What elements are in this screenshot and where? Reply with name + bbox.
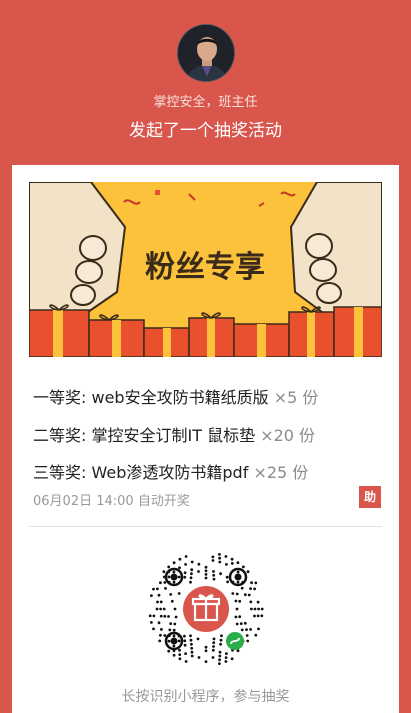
banner-title: 粉丝专享 <box>145 250 265 285</box>
divider <box>29 526 382 527</box>
prize-quantity: ×20 份 <box>260 426 316 445</box>
prize-first: 一等奖: web安全攻防书籍纸质版 ×5 份 <box>33 384 318 408</box>
prize-third: 三等奖: Web渗透攻防书籍pdf ×25 份 <box>33 459 308 483</box>
prize-name: Web渗透攻防书籍pdf <box>91 463 249 482</box>
prize-second: 二等奖: 掌控安全订制IT 鼠标垫 ×20 份 <box>33 422 315 446</box>
mini-program-icon <box>226 632 244 650</box>
lottery-card: 粉丝专享 一等奖: web安全攻防书籍纸质版 ×5 份 二等奖: 掌控安全订制I… <box>12 165 399 713</box>
draw-time: 06月02日 14:00 自动开奖 <box>33 494 190 509</box>
fans-exclusive-banner: 粉丝专享 <box>29 182 382 357</box>
qr-caption: 长按识别小程序，参与抽奖 <box>121 689 290 705</box>
prize-rank: 三等奖: <box>33 463 87 482</box>
prize-rank: 一等奖: <box>33 388 87 407</box>
mini-program-code[interactable] <box>146 549 266 669</box>
event-headline: 发起了一个抽奖活动 <box>129 121 282 141</box>
prize-quantity: ×25 份 <box>253 463 309 482</box>
host-avatar <box>177 24 235 82</box>
person-portrait-icon <box>178 25 234 81</box>
helper-badge[interactable]: 助 <box>359 486 381 508</box>
prize-name: 掌控安全订制IT 鼠标垫 <box>91 426 256 445</box>
prize-rank: 二等奖: <box>33 426 87 445</box>
host-name: 掌控安全，班主任 <box>153 95 258 110</box>
prize-name: web安全攻防书籍纸质版 <box>91 388 269 407</box>
prize-quantity: ×5 份 <box>273 388 319 407</box>
